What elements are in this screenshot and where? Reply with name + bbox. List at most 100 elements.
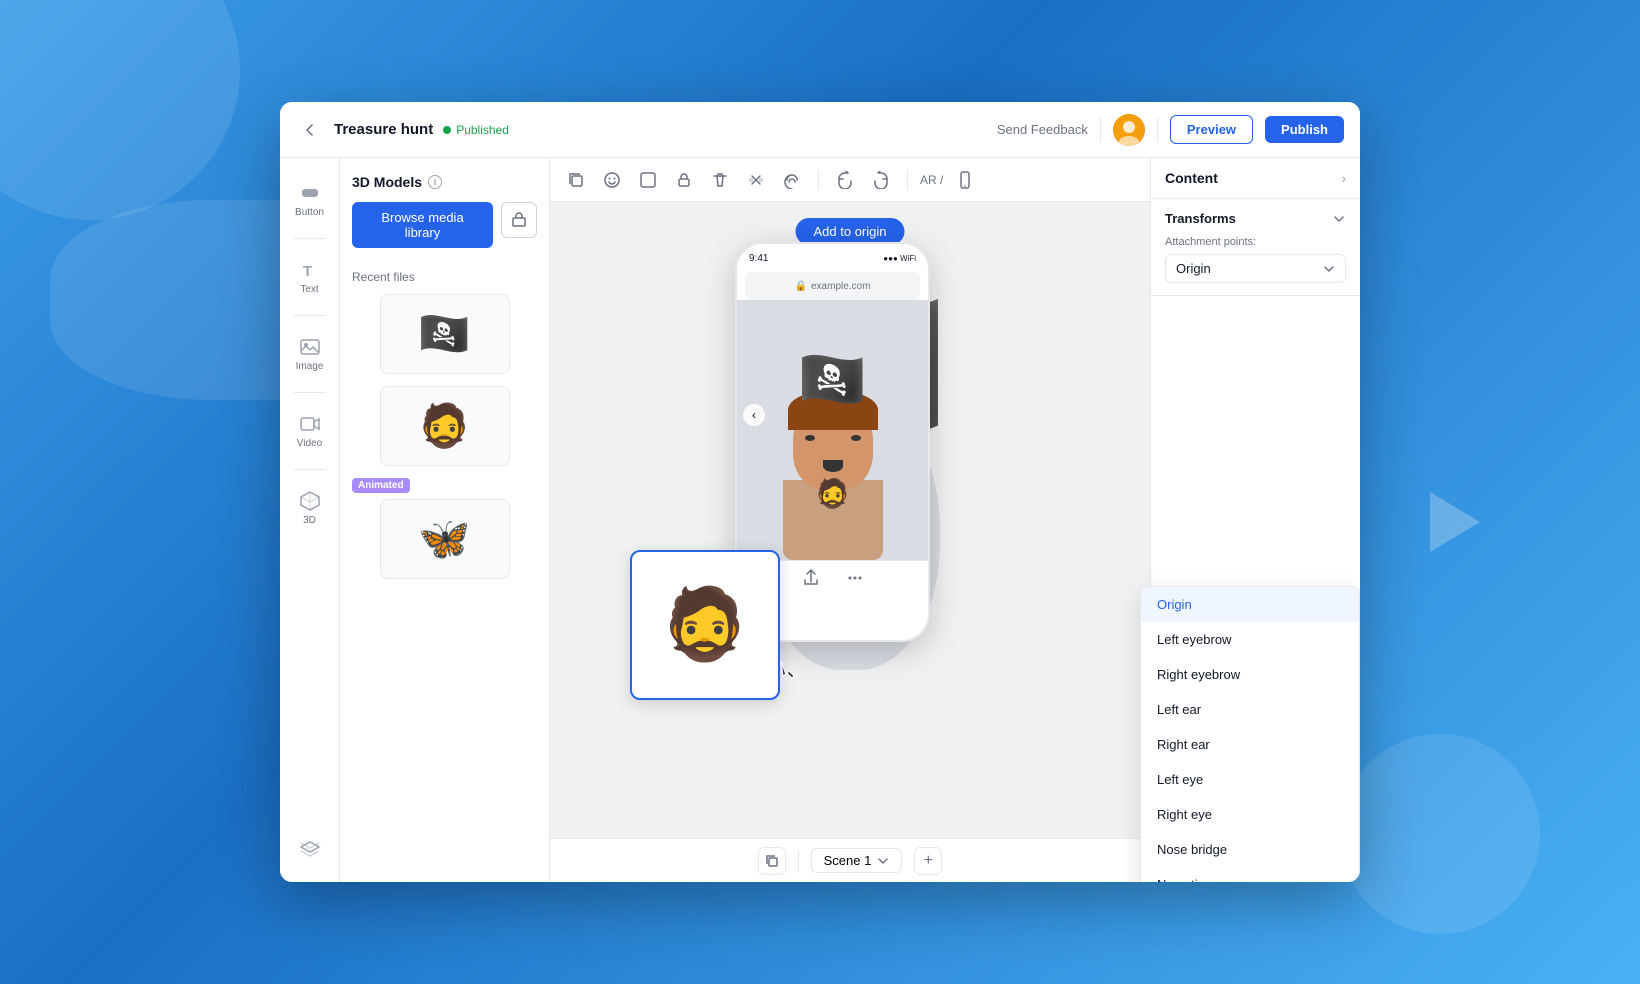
sidebar-item-text-label: Text xyxy=(300,284,318,295)
phone-time: 9:41 xyxy=(749,253,768,264)
dropdown-item-left-eyebrow[interactable]: Left eyebrow xyxy=(1141,622,1359,657)
dropdown-item-right-ear[interactable]: Right ear xyxy=(1141,727,1359,762)
file-thumb-hat: 🏴‍☠️ xyxy=(380,294,510,374)
header-divider-2 xyxy=(1157,118,1158,142)
dropdown-item-right-eyebrow[interactable]: Right eyebrow xyxy=(1141,657,1359,692)
phone-nav-back[interactable]: ‹ xyxy=(743,404,765,426)
sidebar-item-3d[interactable]: 3D xyxy=(284,482,336,534)
header-divider xyxy=(1100,118,1101,142)
phone-status-bar: 9:41 ●●● WiFi xyxy=(737,244,928,272)
publish-button[interactable]: Publish xyxy=(1265,116,1344,143)
toolbar-cross-icon[interactable] xyxy=(742,166,770,194)
sidebar-item-button-label: Button xyxy=(295,207,324,218)
sidebar-divider-3 xyxy=(294,392,326,393)
toolbar-copy-icon[interactable] xyxy=(562,166,590,194)
browse-row: Browse media library xyxy=(352,202,537,256)
status-dot xyxy=(443,126,451,134)
scene-selector[interactable]: Scene 1 xyxy=(811,848,903,873)
main-body: Button T Text Image xyxy=(280,158,1360,882)
phone-share-icon[interactable] xyxy=(801,568,821,593)
bottom-bar: Scene 1 + xyxy=(550,838,1150,882)
toolbar-lock-icon[interactable] xyxy=(670,166,698,194)
app-window: Treasure hunt Published Send Feedback Pr… xyxy=(280,102,1360,882)
toolbar-fingerprint-icon[interactable] xyxy=(778,166,806,194)
toolbar-divider-2 xyxy=(907,170,908,190)
info-icon[interactable]: i xyxy=(428,175,442,189)
sidebar-divider-2 xyxy=(294,315,326,316)
add-scene-button[interactable]: + xyxy=(914,847,942,875)
file-item-beard[interactable]: 🧔 xyxy=(352,386,537,466)
sidebar-item-video-label: Video xyxy=(297,438,322,449)
right-panel-title: Content xyxy=(1165,170,1218,186)
recent-files-list: 🏴‍☠️ 🧔 Animated 🦋 xyxy=(352,294,537,579)
file-thumb-beard: 🧔 xyxy=(380,386,510,466)
dropdown-item-left-eye[interactable]: Left eye xyxy=(1141,762,1359,797)
sidebar-item-layers[interactable] xyxy=(284,828,336,866)
scene-label: Scene 1 xyxy=(824,853,872,868)
header-right: Send Feedback Preview Publish xyxy=(997,114,1344,146)
file-item-butterfly[interactable]: Animated 🦋 xyxy=(352,478,537,579)
copy-scene-button[interactable] xyxy=(758,847,786,875)
ar-label: AR / xyxy=(920,173,943,187)
toolbar-smiley-icon[interactable] xyxy=(598,166,626,194)
phone-more-icon[interactable] xyxy=(845,568,865,593)
attachment-dropdown-menu: Origin Left eyebrow Right eyebrow Left e… xyxy=(1140,586,1360,882)
attachment-dropdown[interactable]: Origin xyxy=(1165,254,1346,283)
status-badge: Published xyxy=(443,123,509,137)
scene-controls: Scene 1 + xyxy=(758,847,943,875)
bottom-divider xyxy=(798,851,799,871)
cursor-pointer xyxy=(780,660,796,687)
dropdown-item-nose-bridge[interactable]: Nose bridge xyxy=(1141,832,1359,867)
dragging-beard-item[interactable]: 🧔 xyxy=(630,550,780,700)
sidebar-divider-1 xyxy=(294,238,326,239)
sidebar-bottom xyxy=(284,828,336,866)
preview-button[interactable]: Preview xyxy=(1170,115,1253,144)
right-panel-chevron-icon: › xyxy=(1341,170,1346,186)
back-button[interactable] xyxy=(296,116,324,144)
panel-title: 3D Models i xyxy=(352,174,537,190)
phone-content: ‹ xyxy=(737,300,928,560)
triangle-decoration xyxy=(1430,492,1480,552)
right-panel: Content › Transforms Attachment points: … xyxy=(1150,158,1360,882)
sidebar-item-video[interactable]: Video xyxy=(284,405,336,457)
canvas-content: Add to origin 🏴‍☠️ xyxy=(550,202,1150,838)
right-panel-header: Content › xyxy=(1151,158,1360,199)
attachment-points-label: Attachment points: xyxy=(1165,236,1346,248)
add-to-origin-button[interactable]: Add to origin xyxy=(796,218,905,245)
sidebar-item-image[interactable]: Image xyxy=(284,328,336,380)
phone-person: 🧔 🏴‍☠️ xyxy=(763,340,903,560)
header: Treasure hunt Published Send Feedback Pr… xyxy=(280,102,1360,158)
dropdown-item-origin[interactable]: Origin xyxy=(1141,587,1359,622)
canvas-toolbar: AR / xyxy=(550,158,1150,202)
file-thumb-butterfly: 🦋 xyxy=(380,499,510,579)
project-name: Treasure hunt xyxy=(334,121,433,138)
transforms-section: Transforms Attachment points: Origin xyxy=(1151,199,1360,296)
transforms-toggle[interactable]: Transforms xyxy=(1165,211,1346,226)
dropdown-item-nose-tip[interactable]: Nose tip xyxy=(1141,867,1359,882)
toolbar-frame-icon[interactable] xyxy=(634,166,662,194)
header-left: Treasure hunt Published xyxy=(296,116,997,144)
toolbar-redo-icon[interactable] xyxy=(867,166,895,194)
toolbar-delete-icon[interactable] xyxy=(706,166,734,194)
send-feedback-link[interactable]: Send Feedback xyxy=(997,122,1088,137)
panel-sidebar: 3D Models i Browse media library Recent … xyxy=(340,158,550,882)
file-item-hat[interactable]: 🏴‍☠️ xyxy=(352,294,537,374)
avatar xyxy=(1113,114,1145,146)
toolbar-undo-icon[interactable] xyxy=(831,166,859,194)
icon-sidebar: Button T Text Image xyxy=(280,158,340,882)
phone-address-bar: 🔒 example.com xyxy=(745,272,920,300)
toolbar-phone-icon[interactable] xyxy=(951,166,979,194)
phone-signal: ●●● WiFi xyxy=(883,254,916,263)
sidebar-item-button[interactable]: Button xyxy=(284,174,336,226)
upload-button[interactable] xyxy=(501,202,537,238)
dropdown-item-left-ear[interactable]: Left ear xyxy=(1141,692,1359,727)
phone-ar-scene: 🧔 🏴‍☠️ xyxy=(737,300,928,560)
browse-media-button[interactable]: Browse media library xyxy=(352,202,493,248)
recent-files-label: Recent files xyxy=(352,270,537,284)
svg-text:T: T xyxy=(303,263,312,280)
phone-url: example.com xyxy=(811,281,870,292)
sidebar-item-text[interactable]: T Text xyxy=(284,251,336,303)
sidebar-item-3d-label: 3D xyxy=(303,515,316,526)
sidebar-divider-4 xyxy=(294,469,326,470)
dropdown-item-right-eye[interactable]: Right eye xyxy=(1141,797,1359,832)
